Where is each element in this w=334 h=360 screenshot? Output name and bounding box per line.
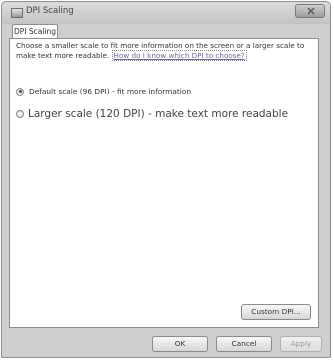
close-button[interactable] bbox=[295, 4, 325, 18]
tab-dpi-scaling[interactable]: DPI Scaling bbox=[12, 24, 58, 38]
description-text: Choose a smaller scale to fit more infor… bbox=[16, 41, 316, 61]
tab-panel bbox=[9, 38, 319, 328]
apply-button[interactable]: Apply bbox=[280, 336, 322, 352]
larger-scale-label: Larger scale (120 DPI) - make text more … bbox=[28, 108, 289, 120]
ok-button[interactable]: OK bbox=[152, 336, 208, 352]
help-link[interactable]: How do I know which DPI to choose? bbox=[111, 50, 247, 61]
close-icon bbox=[307, 7, 315, 15]
custom-dpi-button[interactable]: Custom DPI... bbox=[241, 304, 311, 320]
default-scale-label: Default scale (96 DPI) - fit more inform… bbox=[29, 87, 192, 96]
cancel-button[interactable]: Cancel bbox=[216, 336, 272, 352]
default-scale-radio[interactable] bbox=[16, 87, 24, 96]
window-icon bbox=[11, 8, 23, 18]
window-title: DPI Scaling bbox=[26, 6, 74, 16]
default-scale-option[interactable]: Default scale (96 DPI) - fit more inform… bbox=[16, 87, 191, 96]
larger-scale-option[interactable]: Larger scale (120 DPI) - make text more … bbox=[16, 108, 288, 120]
title-bar: DPI Scaling bbox=[2, 2, 330, 24]
larger-scale-radio[interactable] bbox=[16, 110, 24, 118]
